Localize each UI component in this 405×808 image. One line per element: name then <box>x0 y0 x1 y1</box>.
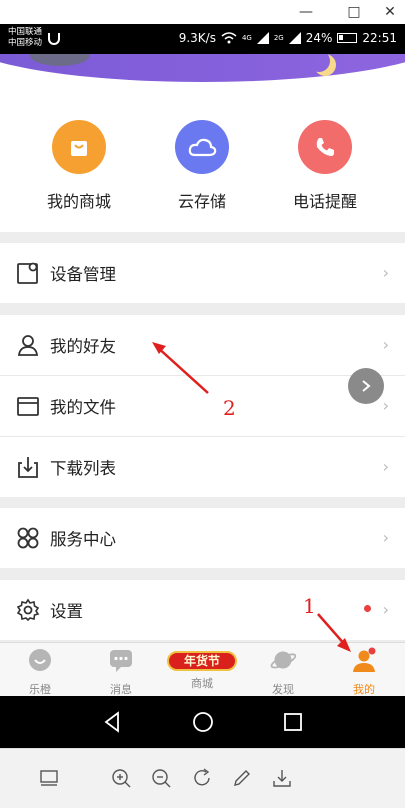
friends-icon <box>17 335 39 356</box>
profile-header-banner <box>0 54 405 84</box>
folder-icon <box>17 397 39 416</box>
menu-label: 设备管理 <box>50 265 116 284</box>
download-icon[interactable] <box>271 767 293 789</box>
service-icon <box>17 527 39 549</box>
screen-icon[interactable] <box>38 767 60 789</box>
battery-icon <box>337 33 358 43</box>
recents-icon[interactable] <box>281 710 305 734</box>
floating-expand-button[interactable] <box>348 368 384 404</box>
menu-label: 下载列表 <box>50 459 116 478</box>
edit-icon[interactable] <box>231 767 253 789</box>
notification-icon <box>48 33 60 45</box>
zoom-out-icon[interactable] <box>150 767 172 789</box>
tab-messages[interactable]: 消息 <box>81 647 161 697</box>
chevron-right-icon: › <box>382 528 389 547</box>
minimize-button[interactable]: — <box>288 0 324 24</box>
gear-icon <box>16 598 40 622</box>
chevron-right-icon <box>362 380 371 392</box>
tab-label: 发现 <box>272 683 294 696</box>
tab-lechange[interactable]: 乐橙 <box>0 647 80 697</box>
message-icon <box>110 650 132 672</box>
profile-icon <box>353 647 376 672</box>
cloud-icon <box>175 120 229 174</box>
menu-label: 服务中心 <box>50 530 116 549</box>
shopping-bag-icon <box>52 120 106 174</box>
menu-item-my-files[interactable]: 我的文件 › <box>0 376 405 436</box>
tab-label: 消息 <box>110 683 132 696</box>
maximize-button[interactable]: □ <box>336 0 372 24</box>
notification-dot <box>364 605 371 612</box>
battery-percent: 24% <box>305 31 333 45</box>
menu-label: 我的好友 <box>50 337 116 356</box>
network-speed: 9.3K/s <box>178 31 216 45</box>
android-navigation-bar <box>0 696 405 748</box>
planet-icon <box>270 651 297 669</box>
signal-icon-2 <box>288 32 301 44</box>
tab-discover[interactable]: 发现 <box>243 647 323 697</box>
menu-item-my-friends[interactable]: 我的好友 › <box>0 315 405 375</box>
clock: 22:51 <box>362 31 397 45</box>
new-year-festival-badge: 年货节 <box>167 651 237 671</box>
chevron-right-icon: › <box>382 335 389 354</box>
back-icon[interactable] <box>101 710 125 734</box>
chevron-right-icon: › <box>382 396 389 415</box>
viewer-toolbar <box>0 748 405 808</box>
carrier-1: 中国联通 <box>8 27 43 37</box>
chevron-right-icon: › <box>382 600 389 619</box>
rotate-icon[interactable] <box>191 767 213 789</box>
annotation-label-1: 1 <box>303 594 316 618</box>
zoom-in-icon[interactable] <box>110 767 132 789</box>
bottom-tab-bar: 乐橙 消息 年货节 商城 发现 我的 <box>0 642 405 696</box>
tab-label: 乐橙 <box>29 683 51 696</box>
menu-label: 我的文件 <box>50 398 116 417</box>
menu-item-settings[interactable]: 设置 › <box>0 580 405 640</box>
window-title-bar: — □ ✕ <box>0 0 405 24</box>
signal-icon-1 <box>256 32 269 44</box>
carrier-2: 中国移动 <box>8 38 43 48</box>
annotation-label-2: 2 <box>223 396 236 420</box>
menu-item-service-center[interactable]: 服务中心 › <box>0 508 405 568</box>
phone-icon <box>298 120 352 174</box>
quick-action-phone-reminder[interactable]: 电话提醒 <box>270 120 380 212</box>
chevron-right-icon: › <box>382 457 389 476</box>
tab-label: 商城 <box>191 677 213 690</box>
home-icon[interactable] <box>191 710 215 734</box>
quick-action-label: 电话提醒 <box>292 192 357 211</box>
device-icon <box>17 262 38 284</box>
quick-action-my-mall[interactable]: 我的商城 <box>24 120 134 212</box>
tab-profile[interactable]: 我的 <box>324 647 404 697</box>
menu-item-device-management[interactable]: 设备管理 › <box>0 243 405 303</box>
download-icon <box>18 457 38 478</box>
quick-action-label: 云存储 <box>177 192 226 211</box>
tab-mall[interactable]: 年货节 商城 <box>162 647 242 691</box>
tab-label: 我的 <box>353 683 375 696</box>
close-button[interactable]: ✕ <box>372 0 405 24</box>
quick-action-label: 我的商城 <box>46 192 111 211</box>
lechange-icon <box>29 649 51 671</box>
chevron-right-icon: › <box>382 263 389 282</box>
status-bar: 中国联通 中国移动 9.3K/s 4G 2G 24% 22:51 <box>0 24 405 54</box>
quick-action-cloud-storage[interactable]: 云存储 <box>147 120 257 212</box>
menu-item-download-list[interactable]: 下载列表 › <box>0 437 405 497</box>
menu-label: 设置 <box>50 602 83 621</box>
wifi-icon <box>221 32 237 44</box>
quick-actions: 我的商城 云存储 电话提醒 <box>0 84 405 232</box>
carrier-info: 中国联通 中国移动 <box>8 27 42 49</box>
network-1-label: 4G <box>241 34 252 42</box>
network-2-label: 2G <box>273 34 284 42</box>
